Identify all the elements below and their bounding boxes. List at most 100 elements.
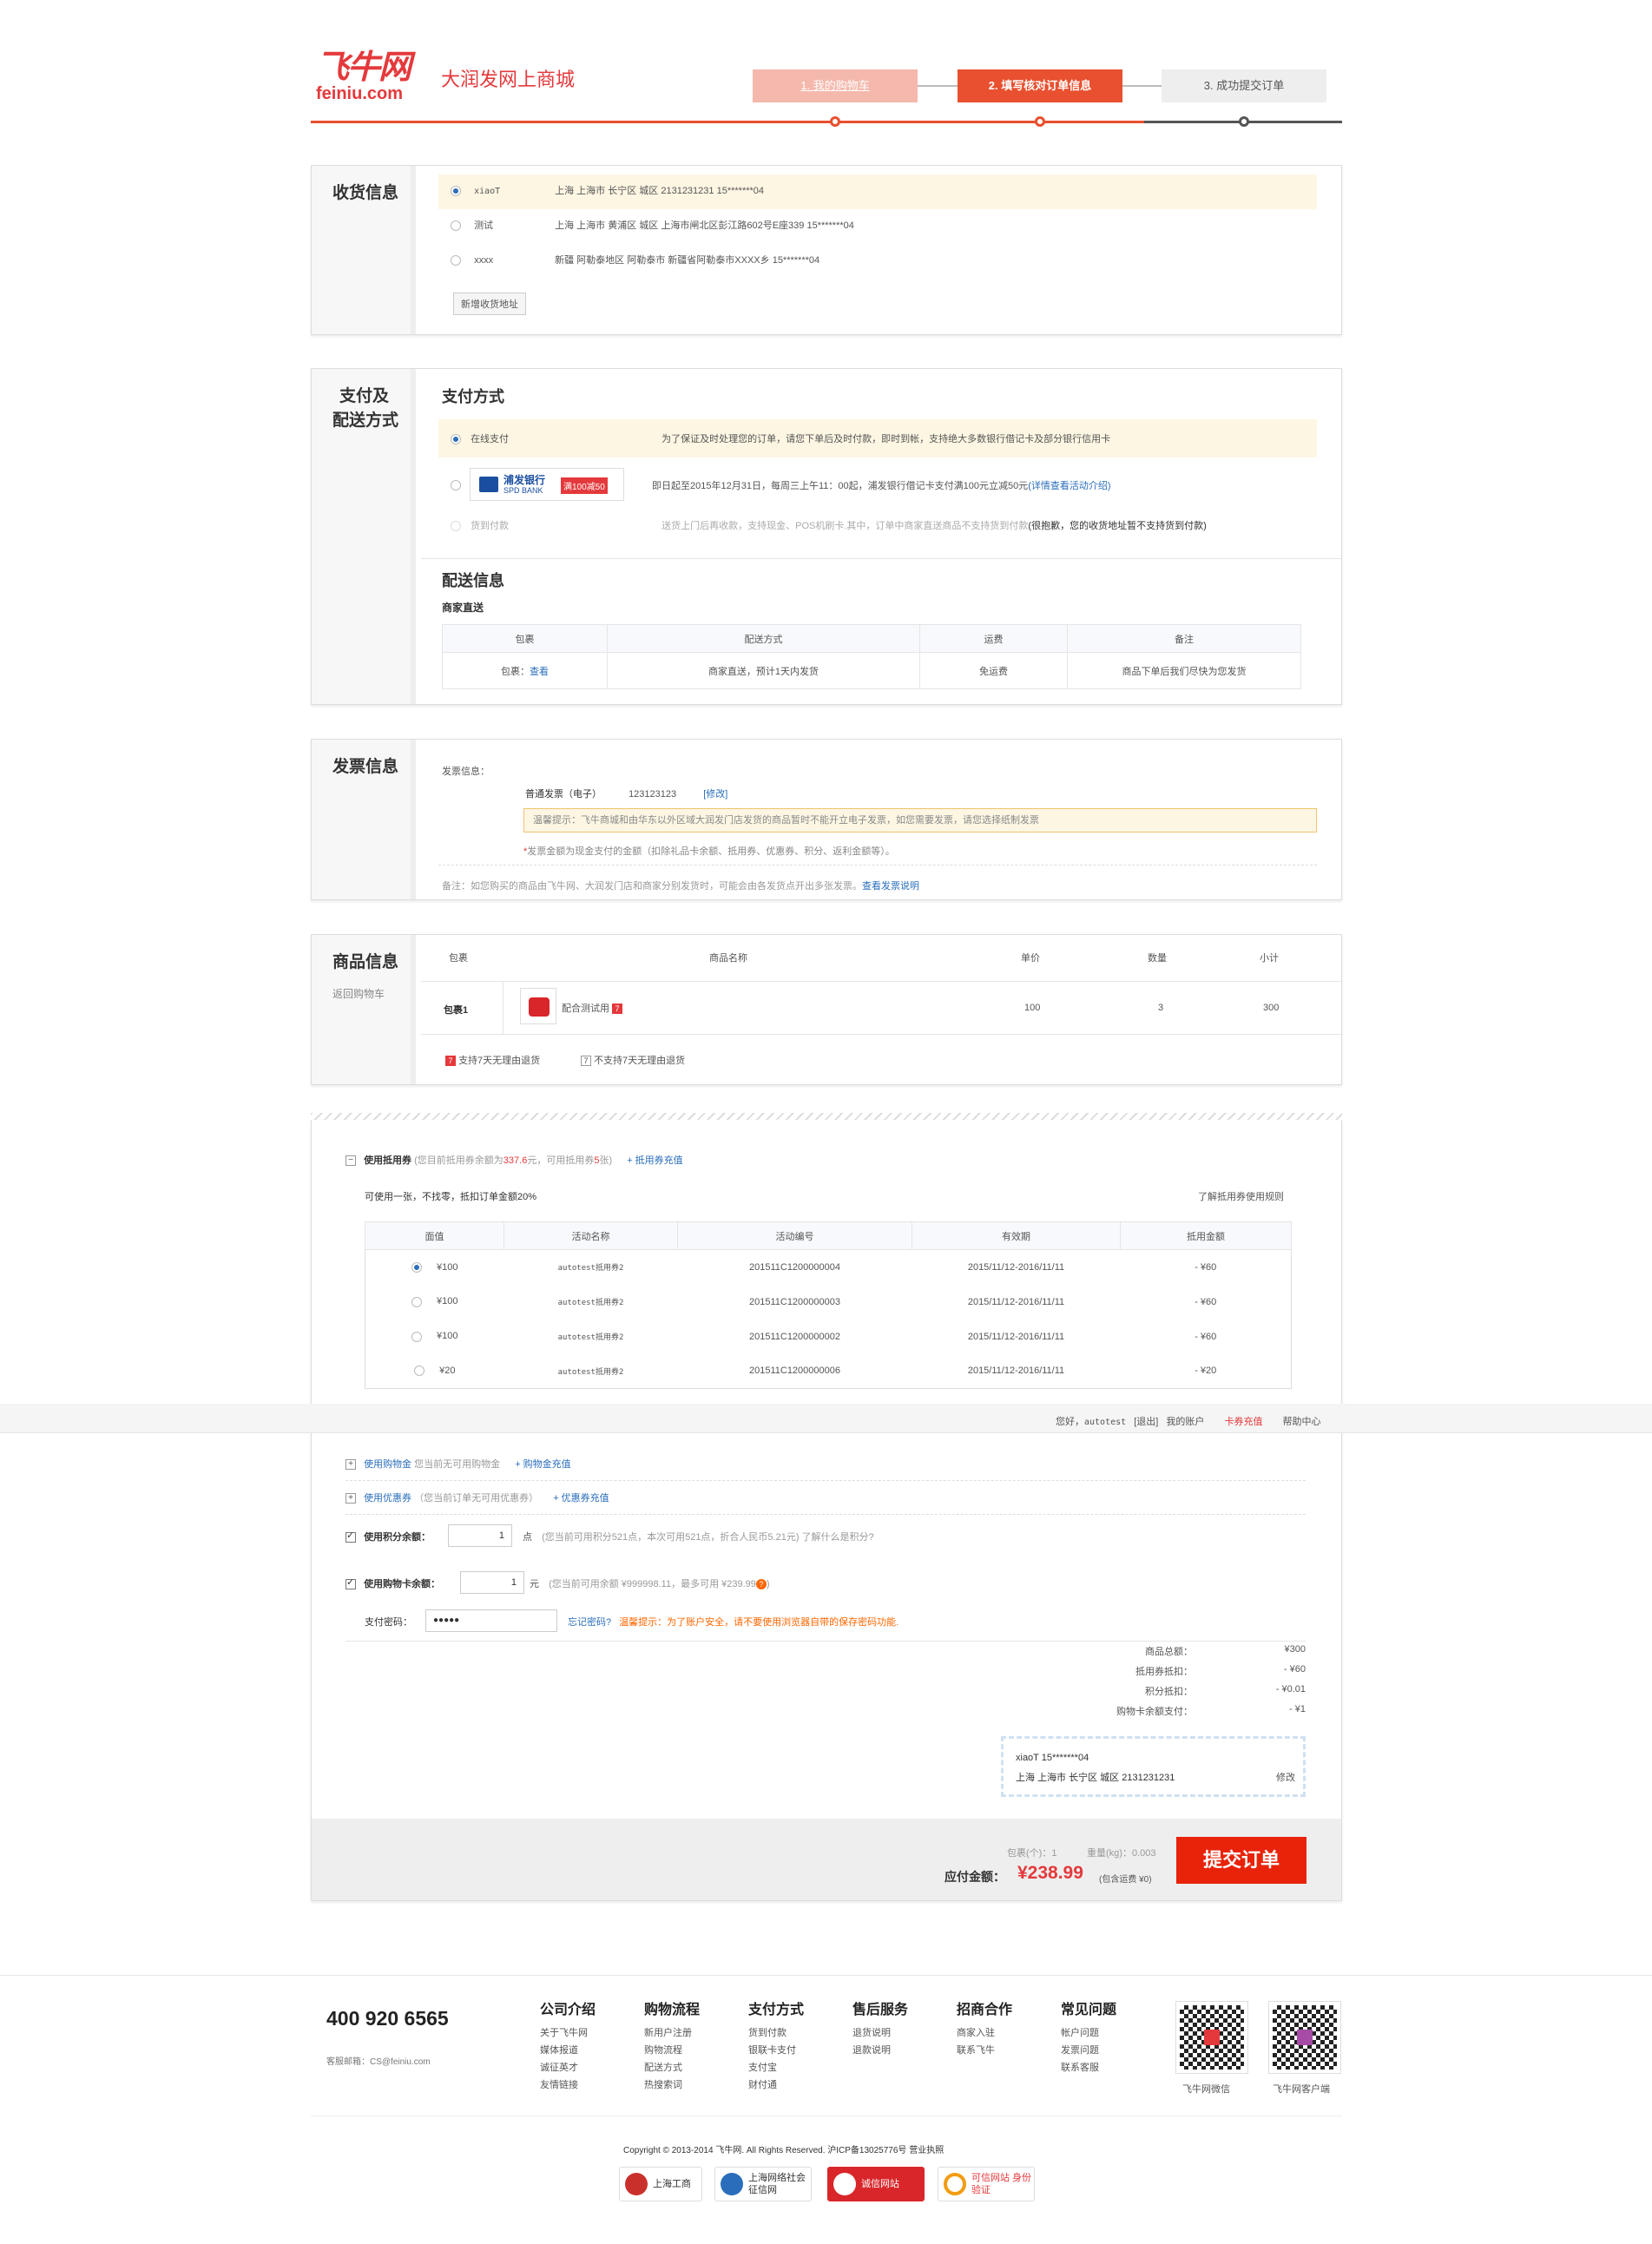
address-item-3[interactable]: xxxx 新疆 阿勒泰地区 阿勒泰市 新疆省阿勒泰市XXXX乡 15******… [451,253,819,267]
card-help-icon[interactable]: ? [755,1579,767,1589]
pay-bank-link[interactable]: (详情查看活动介绍) [1028,481,1110,491]
footer-link[interactable]: 配送方式 [644,2059,700,2076]
pkg-count: 包裹(个)：1 [1007,1848,1057,1859]
points-checkbox[interactable] [346,1530,356,1543]
footer-link[interactable]: 新用户注册 [644,2024,700,2042]
top-bar-help[interactable]: 帮助中心 [1283,1417,1321,1427]
coupon-radio-3[interactable] [411,1331,422,1342]
top-bar-links: 您好，autotest [退出] 我的账户 卡券充值 帮助中心 [1056,1414,1321,1428]
points-label: 使用积分余额： [364,1532,431,1543]
address-radio-2[interactable] [451,220,461,232]
invoice-edit-link[interactable]: [修改] [703,789,727,800]
coupon-radio-4[interactable] [414,1365,425,1377]
forgot-password-link[interactable]: 忘记密码? [568,1617,611,1628]
coupon-th-amount: 抵用金额 [1120,1221,1292,1250]
promo-recharge-link[interactable]: + 优惠券充值 [553,1493,609,1504]
pay-online-option[interactable]: 在线支付 为了保证及时处理您的订单，请您下单后及时付款，即时到帐，支持绝大多数银… [451,431,1110,445]
top-bar-card[interactable]: 卡券充值 [1224,1417,1262,1427]
footer-link[interactable]: 退货说明 [852,2024,908,2042]
badge-shanghai-ic[interactable]: 上海工商 [619,2167,702,2201]
product-name[interactable]: 配合测试用 7 [562,1001,623,1015]
footer-link[interactable]: 联系飞牛 [957,2042,1012,2059]
address-radio-1[interactable] [451,186,461,197]
coupon-row[interactable]: ¥100 autotest抵用券2 201511C1200000004 2015… [365,1250,1292,1285]
coupon-row[interactable]: ¥20 autotest抵用券2 201511C1200000006 2015/… [365,1354,1292,1389]
logo[interactable]: 飞牛网 feiniu.com [316,50,438,106]
back-to-cart-link[interactable]: 返回购物车 [332,988,385,1000]
step-3-label: 3. 成功提交订单 [1203,79,1285,92]
app-qr-icon [1268,2001,1341,2074]
pay-cod-option: 货到付款 送货上门后再收款，支持现金、POS机刷卡.其中，订单中商家直送商品不支… [451,518,1207,532]
pay-password-input[interactable]: ●●●●● [425,1609,557,1632]
footer-link[interactable]: 发票问题 [1061,2042,1116,2059]
address-item-2[interactable]: 测试 上海 上海市 黄浦区 城区 上海市闸北区彭江路602号E座339 15**… [451,218,854,232]
footer-link[interactable]: 联系客服 [1061,2059,1116,2076]
footer-link[interactable]: 关于飞牛网 [540,2024,596,2042]
gold-recharge-link[interactable]: + 购物金充值 [515,1459,570,1470]
coupon-row[interactable]: ¥100 autotest抵用券2 201511C1200000003 2015… [365,1285,1292,1319]
add-address-button[interactable]: 新增收货地址 [453,293,526,315]
delivery-view-link[interactable]: 查看 [530,667,549,677]
badge-kexin[interactable]: 可信网站 身份验证 [938,2167,1035,2201]
points-info: 点 (您当前可用积分521点，本次可用521点，折合人民币5.21元) 了解什么… [523,1530,874,1543]
address-radio-3[interactable] [451,255,461,267]
pay-bank-radio[interactable] [451,480,461,490]
badge-credit-net[interactable]: 上海网络社会征信网 [714,2167,812,2201]
footer-link[interactable]: 媒体报道 [540,2042,596,2059]
card-checkbox[interactable] [346,1576,356,1590]
footer-link[interactable]: 货到付款 [748,2024,804,2042]
coupon-code-2: 201511C1200000003 [748,1296,840,1307]
coupon-collapse-icon[interactable]: − [346,1155,356,1167]
address-item-1[interactable]: xiaoT 上海 上海市 长宁区 城区 2131231231 15*******… [451,183,764,197]
points-input[interactable]: 1 [448,1524,512,1547]
gold-toggle[interactable]: 使用购物金 [364,1459,411,1470]
delivery-th-fee: 运费 [919,624,1068,653]
goods-row-bottom-line [421,1034,1341,1035]
gold-expand-icon[interactable]: + [346,1459,356,1471]
promo-toggle[interactable]: 使用优惠券 [364,1493,411,1504]
coupon-th-name: 活动名称 [503,1221,678,1250]
footer-link[interactable]: 诚征英才 [540,2059,596,2076]
goods-th-package: 包裹 [449,953,468,964]
top-bar-user[interactable]: autotest [1084,1418,1126,1427]
footer-link[interactable]: 银联卡支付 [748,2042,804,2059]
badge-trust-site[interactable]: 诚信网站 [827,2167,925,2201]
coupon-row[interactable]: ¥100 autotest抵用券2 201511C1200000002 2015… [365,1319,1292,1354]
top-bar-logout[interactable]: [退出] [1134,1417,1158,1427]
spd-bank-logo[interactable]: 浦发银行 SPD BANK 满100减50 [470,468,624,501]
coupon-recharge-link[interactable]: + 抵用券充值 [627,1155,682,1166]
card-input[interactable]: 1 [460,1571,524,1594]
footer-col-shopping-title: 购物流程 [644,2003,701,2017]
footer-link[interactable]: 帐户问题 [1061,2024,1116,2042]
footer-link[interactable]: 友情链接 [540,2076,596,2094]
address-title: 收货信息 [312,166,416,334]
confirm-edit-link[interactable]: 修改 [1276,1770,1295,1784]
promo-expand-icon[interactable]: + [346,1493,356,1504]
footer-link[interactable]: 购物流程 [644,2042,700,2059]
goods-title: 商品信息 返回购物车 [312,935,416,1084]
zigzag-divider [311,1113,1342,1120]
coupon-code-3: 201511C1200000002 [748,1331,840,1342]
footer-link[interactable]: 退款说明 [852,2042,908,2059]
footer-col-company-title: 公司介绍 [540,2003,596,2017]
coupon-radio-1[interactable] [411,1261,422,1273]
step-1[interactable]: 1. 我的购物车 [753,69,918,102]
footer-link[interactable]: 财付通 [748,2076,804,2094]
coupon-name-4: autotest抵用券2 [557,1367,624,1377]
footer-link[interactable]: 支付宝 [748,2059,804,2076]
coupon-learn-link[interactable]: 了解抵用券使用规则 [1198,1189,1284,1203]
address-detail-3: 新疆 阿勒泰地区 阿勒泰市 新疆省阿勒泰市XXXX乡 15*******04 [555,255,820,266]
return-nosupport-text: 不支持7天无理由退货 [594,1056,686,1066]
invoice-help-link[interactable]: 查看发票说明 [862,881,919,892]
summary-list: 商品总额： ¥300 抵用券抵扣： - ¥60 积分抵扣： - ¥0.01 购物卡余额… [1042,1644,1306,1724]
submit-order-button[interactable]: 提交订单 [1176,1837,1306,1884]
product-thumbnail[interactable] [520,988,556,1024]
footer-link[interactable]: 热搜索词 [644,2076,700,2094]
coupon-radio-2[interactable] [411,1296,422,1307]
footer-link[interactable]: 商家入驻 [957,2024,1012,2042]
step-connector-2 [1122,85,1162,87]
top-bar-account[interactable]: 我的账户 [1166,1417,1204,1427]
pay-cod-desc: 送货上门后再收款，支持现金、POS机刷卡.其中，订单中商家直送商品不支持货到付款 [661,521,1029,531]
pay-online-radio[interactable] [451,434,461,445]
qr-center-logo [1297,2030,1313,2045]
